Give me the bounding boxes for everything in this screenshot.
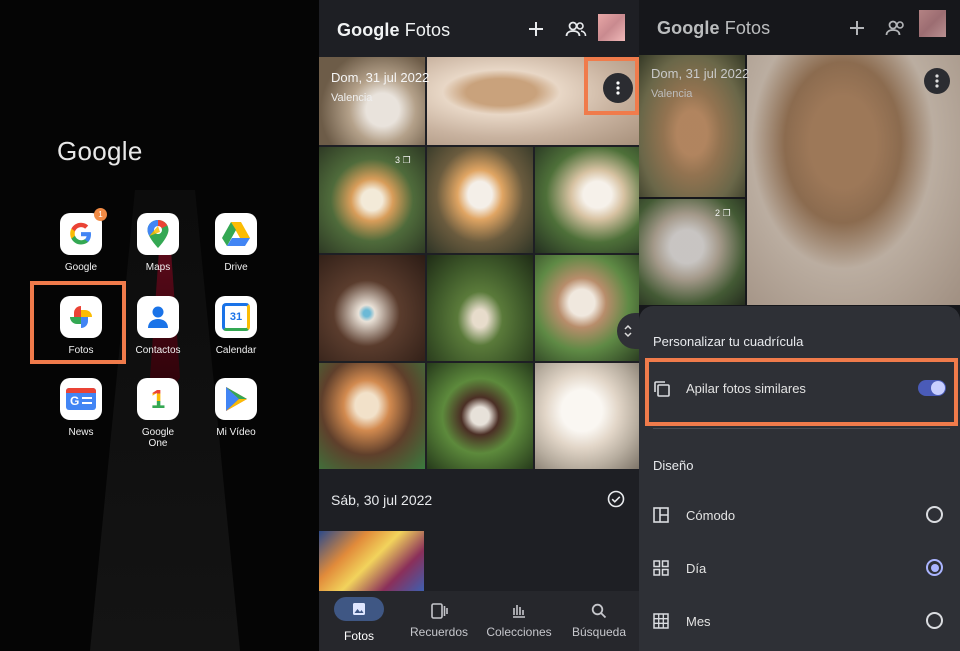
radio-comodo[interactable]: [926, 506, 943, 523]
more-vert-icon: [935, 74, 939, 88]
avatar[interactable]: [919, 10, 946, 37]
photo-thumbnail[interactable]: [535, 363, 639, 469]
layout-option-comodo[interactable]: Cómodo: [639, 495, 960, 535]
more-options-button[interactable]: [924, 68, 950, 94]
play-icon: [215, 378, 257, 420]
sheet-title: Personalizar tu cuadrícula: [653, 334, 804, 349]
app-google[interactable]: 1 Google: [46, 208, 116, 273]
layout-option-dia[interactable]: Día: [639, 548, 960, 588]
section-date: Dom, 31 jul 2022: [331, 70, 430, 85]
section-date: Dom, 31 jul 2022: [651, 66, 750, 81]
bottom-navigation: Fotos Recuerdos Colecciones Búsqueda: [319, 591, 639, 651]
nav-recuerdos[interactable]: Recuerdos: [399, 591, 479, 651]
section-location: Valencia: [331, 92, 373, 104]
app-label: Mi Vídeo: [216, 427, 256, 438]
photo-thumbnail[interactable]: [319, 531, 424, 591]
google-g-icon: 1: [60, 208, 107, 255]
app-calendar[interactable]: 31 Calendar: [201, 296, 271, 356]
app-drive[interactable]: Drive: [201, 213, 271, 273]
calendar-icon: 31: [215, 296, 257, 338]
app-news[interactable]: G News: [46, 378, 116, 438]
app-label: Calendar: [215, 345, 257, 356]
divider: [653, 428, 950, 429]
app-contactos[interactable]: Contactos: [123, 296, 193, 356]
app-brand: Google Fotos: [337, 20, 451, 40]
app-google-one[interactable]: 1 Google One: [123, 378, 193, 449]
stack-count-badge: 2 ❐: [715, 208, 731, 218]
app-maps[interactable]: Maps: [123, 213, 193, 273]
highlight-box-fotos: [30, 281, 126, 364]
memories-icon: [399, 591, 479, 619]
drive-triangle-icon: [215, 213, 257, 255]
comfortable-layout-icon: [653, 507, 669, 528]
notification-badge: 1: [94, 208, 107, 221]
photo-thumbnail[interactable]: [535, 147, 639, 253]
news-icon: G: [60, 378, 102, 420]
day-layout-icon: [653, 560, 669, 581]
sharing-icon[interactable]: [565, 20, 587, 43]
nav-busqueda[interactable]: Búsqueda: [559, 591, 639, 651]
maps-pin-icon: [137, 213, 179, 255]
radio-dia[interactable]: [926, 559, 943, 576]
home-screen-panel: Google 1 Google Maps Drive Fotos Contact…: [0, 0, 319, 651]
highlight-box-stack: [645, 358, 958, 426]
app-label: News: [68, 427, 94, 438]
photos-grid-panel: Google Fotos Dom, 31 jul 2022 Valencia 3…: [319, 0, 639, 651]
search-icon: [559, 591, 639, 619]
highlight-box-more: [584, 57, 639, 115]
drag-handle-icon: [624, 324, 632, 338]
add-icon[interactable]: [527, 20, 545, 43]
app-label: Contactos: [135, 345, 181, 356]
photo-thumbnail[interactable]: [427, 255, 533, 361]
app-label: Google One: [141, 427, 175, 449]
app-mi-video[interactable]: Mi Vídeo: [201, 378, 271, 438]
photo-thumbnail[interactable]: [427, 363, 533, 469]
folder-title: Google: [57, 136, 143, 166]
sharing-icon[interactable]: [885, 19, 907, 42]
app-label: Google: [64, 262, 98, 273]
customize-grid-sheet: Personalizar tu cuadrícula Apilar fotos …: [639, 306, 960, 651]
layout-option-mes[interactable]: Mes: [639, 601, 960, 641]
section-location: Valencia: [651, 88, 693, 100]
nav-colecciones[interactable]: Colecciones: [479, 591, 559, 651]
app-label: Drive: [224, 262, 248, 273]
add-icon[interactable]: [848, 19, 866, 42]
layout-title: Diseño: [653, 458, 694, 473]
nav-fotos[interactable]: Fotos: [319, 591, 399, 651]
collections-icon: [479, 591, 559, 619]
month-layout-icon: [653, 613, 669, 634]
top-app-bar: Google Fotos: [319, 0, 639, 57]
google-one-icon: 1: [137, 378, 179, 420]
photo-thumbnail[interactable]: [319, 363, 425, 469]
app-brand: Google Fotos: [657, 18, 771, 38]
photo-thumbnail[interactable]: [427, 147, 533, 253]
section-date-2: Sáb, 30 jul 2022: [331, 492, 433, 508]
grid-settings-panel: Google Fotos Dom, 31 jul 2022 Valencia 2…: [639, 0, 960, 651]
avatar[interactable]: [598, 14, 625, 41]
photo-icon: [334, 597, 384, 621]
top-app-bar: Google Fotos: [639, 0, 960, 57]
contacts-person-icon: [137, 296, 179, 338]
photo-thumbnail[interactable]: [747, 55, 960, 305]
photo-thumbnail[interactable]: [319, 255, 425, 361]
radio-mes[interactable]: [926, 612, 943, 629]
select-check-icon[interactable]: [607, 490, 625, 513]
app-label: Maps: [145, 262, 171, 273]
stack-count-badge: 3 ❐: [395, 155, 411, 165]
